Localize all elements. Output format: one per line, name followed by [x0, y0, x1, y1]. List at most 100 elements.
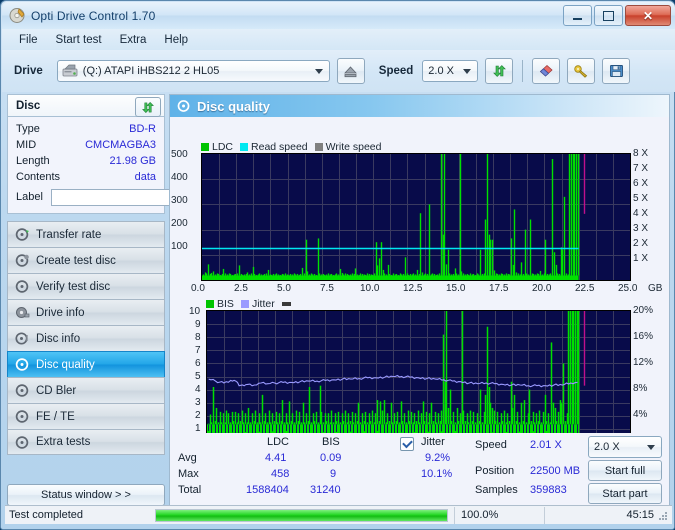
chevron-down-icon — [314, 69, 323, 74]
ldc-ytick-right-1x: 1 X — [633, 253, 649, 264]
maximize-button[interactable] — [594, 5, 623, 26]
jitter-checkbox[interactable] — [400, 437, 414, 451]
menu-help[interactable]: Help — [155, 32, 197, 48]
drive-icon — [62, 64, 78, 78]
window-controls: ✕ — [563, 5, 671, 26]
refresh-button[interactable] — [485, 58, 514, 84]
resize-grip-icon[interactable] — [657, 510, 669, 522]
disc-quality-icon — [15, 357, 30, 372]
ldc-xtick-20: 20.0 — [532, 283, 552, 294]
sidebar-item-cd-bler[interactable]: CD Bler — [7, 377, 165, 403]
disc-info-row-length: Length 21.98 GB — [16, 153, 156, 169]
stats-row-avg-label: Avg — [178, 452, 197, 464]
sidebar-item-create-test-disc[interactable]: Create test disc — [7, 247, 165, 273]
minimize-icon — [573, 17, 582, 20]
ldc-ytick-right-2x: 2 X — [633, 238, 649, 249]
app-icon — [9, 7, 26, 24]
stats-panel: LDC BIS Jitter Avg 4.41 0.09 9.2% Max 45… — [170, 433, 669, 505]
bis-ytick-9: 9 — [195, 319, 201, 330]
close-button[interactable]: ✕ — [625, 5, 671, 26]
bis-ytick-right-12: 12% — [633, 357, 654, 368]
extra-tests-icon — [15, 435, 30, 450]
sidebar-item-label: Disc quality — [36, 358, 95, 371]
main-panel-header: Disc quality — [170, 95, 669, 117]
stats-speed-select-value: 2.0 X — [594, 441, 620, 453]
disc-mid-value: CMCMAGBA3 — [85, 139, 156, 151]
sidebar-item-fe-te[interactable]: FE / TE — [7, 403, 165, 429]
save-button[interactable] — [602, 58, 631, 84]
drive-label: Drive — [14, 65, 43, 77]
status-window-button[interactable]: Status window > > — [7, 484, 165, 506]
drive-value: (Q:) ATAPI iHBS212 2 HL05 — [82, 65, 220, 77]
stats-samples-value: 359883 — [530, 484, 567, 496]
disc-label-label: Label — [16, 191, 43, 203]
sidebar-nav: Transfer rate Create test disc Verify te… — [7, 221, 165, 455]
drive-info-icon — [15, 305, 30, 320]
ldc-ytick-right-5x: 5 X — [633, 193, 649, 204]
legend-label-write-speed: Write speed — [325, 141, 382, 153]
bis-ytick-right-16: 16% — [633, 331, 654, 342]
save-icon — [609, 65, 623, 77]
disc-length-label: Length — [16, 155, 50, 167]
stats-speed-select[interactable]: 2.0 X — [588, 436, 662, 458]
sidebar-item-verify-test-disc[interactable]: Verify test disc — [7, 273, 165, 299]
disc-contents-value: data — [134, 171, 156, 183]
menu-start-test[interactable]: Start test — [47, 32, 111, 48]
stats-avg-bis: 0.09 — [320, 452, 342, 464]
ldc-xtick-7.5: 7.5 — [320, 283, 334, 294]
maximize-icon — [603, 10, 614, 21]
ldc-xtick-0: 0.0 — [191, 283, 205, 294]
stats-max-jitter: 10.1% — [421, 468, 453, 480]
progress-bar-fill — [156, 509, 447, 521]
legend-swatch-bis — [206, 300, 214, 308]
chevron-down-icon — [647, 445, 655, 450]
ldc-ytick-right-3x: 3 X — [633, 223, 649, 234]
stats-col-ldc: LDC — [267, 436, 290, 448]
disc-refresh-button[interactable] — [135, 97, 161, 117]
start-part-button[interactable]: Start part — [588, 483, 662, 504]
toolbar: Drive (Q:) ATAPI iHBS212 2 HL05 Speed 2.… — [2, 50, 675, 92]
start-full-button[interactable]: Start full — [588, 460, 662, 481]
stats-max-bis: 9 — [330, 468, 337, 480]
fe-te-icon — [15, 409, 30, 424]
speed-value: 2.0 X — [428, 65, 454, 77]
bis-ytick-right-8: 8% — [633, 383, 648, 394]
window-title: Opti Drive Control 1.70 — [31, 8, 156, 23]
legend-swatch-extra — [281, 302, 291, 306]
legend-label-bis: BIS — [217, 298, 234, 310]
eject-button[interactable] — [336, 58, 365, 84]
sidebar-item-label: Drive info — [36, 306, 85, 319]
refresh-icon — [142, 101, 154, 113]
legend-swatch-write-speed — [314, 143, 323, 151]
sidebar-item-transfer-rate[interactable]: Transfer rate — [7, 221, 165, 247]
sidebar-item-label: Create test disc — [36, 254, 116, 267]
bis-plot-area — [206, 310, 631, 443]
legend-swatch-ldc — [201, 143, 209, 151]
tools-button[interactable] — [567, 58, 596, 84]
ldc-xtick-2.5: 2.5 — [234, 283, 248, 294]
sidebar-item-drive-info[interactable]: Drive info — [7, 299, 165, 325]
refresh-icon — [492, 65, 506, 77]
speed-select[interactable]: 2.0 X — [422, 60, 479, 82]
stats-row-total-label: Total — [178, 484, 202, 496]
stats-avg-ldc: 4.41 — [265, 452, 287, 464]
menu-extra[interactable]: Extra — [111, 32, 156, 48]
drive-select[interactable]: (Q:) ATAPI iHBS212 2 HL05 — [56, 60, 330, 82]
bis-ytick-5: 5 — [195, 371, 201, 382]
stats-col-bis: BIS — [322, 436, 340, 448]
menu-file[interactable]: File — [10, 32, 47, 48]
minimize-button[interactable] — [563, 5, 592, 26]
bis-ytick-7: 7 — [195, 345, 201, 356]
verify-disc-icon — [15, 279, 30, 294]
sidebar-item-disc-info[interactable]: Disc info — [7, 325, 165, 351]
ldc-ytick-right-6x: 6 X — [633, 178, 649, 189]
erase-button[interactable] — [532, 58, 561, 84]
stats-position-value: 22500 MB — [530, 465, 581, 477]
sidebar-item-disc-quality[interactable]: Disc quality — [7, 351, 165, 377]
disc-mid-label: MID — [16, 139, 37, 151]
ldc-ytick-100: 100 — [171, 241, 188, 252]
disc-length-value: 21.98 GB — [109, 155, 156, 167]
sidebar-item-extra-tests[interactable]: Extra tests — [7, 429, 165, 455]
menu-bar: File Start test Extra Help — [2, 29, 675, 50]
progress-percent: 100.0% — [454, 506, 544, 524]
